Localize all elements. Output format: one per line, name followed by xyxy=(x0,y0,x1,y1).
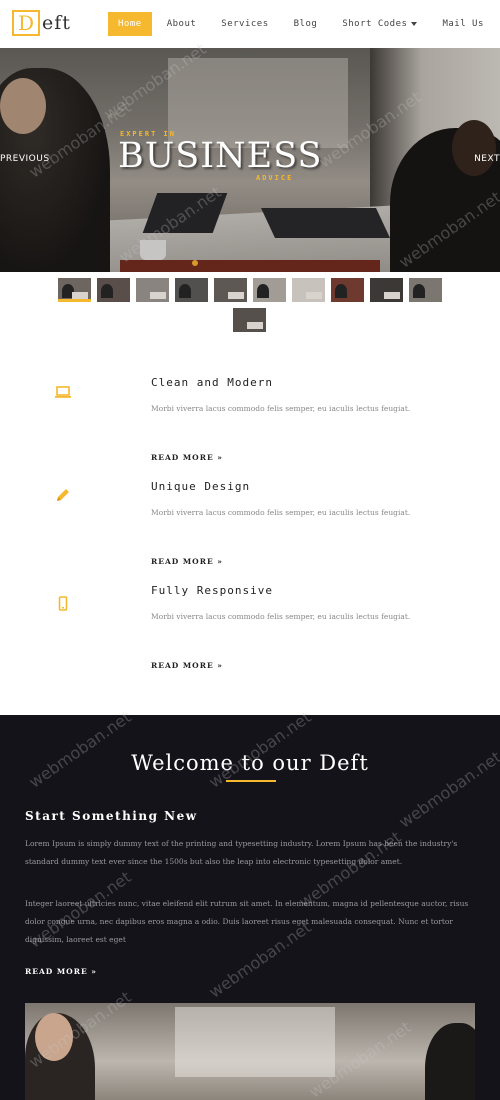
feature-description: Morbi viverra lacus commodo felis semper… xyxy=(151,508,411,517)
thumbnail-figure xyxy=(179,284,191,298)
nav-blog[interactable]: Blog xyxy=(294,12,318,36)
nav-mail-us[interactable]: Mail Us xyxy=(442,12,483,36)
feature-title: Fully Responsive xyxy=(151,584,273,597)
hero-subtitle: ADVICE xyxy=(256,174,294,182)
hero-slider: EXPERT IN BUSINESS ADVICE PREVIOUS NEXT xyxy=(0,48,500,272)
thumbnail-figure xyxy=(306,292,322,299)
slider-next-button[interactable]: NEXT xyxy=(474,154,500,164)
mobile-icon xyxy=(58,596,68,611)
pencil-icon xyxy=(57,489,69,501)
slider-thumbnail[interactable] xyxy=(253,278,286,302)
slider-thumbnail[interactable] xyxy=(331,278,364,302)
thumbnail-figure xyxy=(72,292,88,299)
slider-thumbnail[interactable] xyxy=(409,278,442,302)
features-section: Clean and Modern Morbi viverra lacus com… xyxy=(0,340,500,715)
title-underline xyxy=(226,780,276,782)
welcome-title: Welcome to our Deft xyxy=(131,751,369,775)
main-nav: Home About Services Blog Short Codes Mai… xyxy=(108,12,484,36)
welcome-photo-window xyxy=(175,1007,335,1077)
welcome-paragraph: Lorem Ipsum is simply dummy text of the … xyxy=(25,839,458,866)
thumbnail-figure xyxy=(413,284,425,298)
slider-thumbnail[interactable] xyxy=(214,278,247,302)
thumbnail-figure xyxy=(228,292,244,299)
welcome-photo-person-head xyxy=(35,1013,73,1061)
slider-thumbnail[interactable] xyxy=(370,278,403,302)
thumbnail-figure xyxy=(335,284,347,298)
laptop-icon xyxy=(55,386,71,398)
slider-thumbnail[interactable] xyxy=(97,278,130,302)
thumbnail-figure xyxy=(257,284,269,298)
thumbnail-figure xyxy=(247,322,263,329)
chevron-down-icon xyxy=(411,22,418,26)
welcome-subtitle: Start Something New xyxy=(25,809,198,823)
feature-description: Morbi viverra lacus commodo felis semper… xyxy=(151,404,411,413)
welcome-paragraph: Integer laoreet ultricies nunc, vitae el… xyxy=(25,899,469,944)
slider-thumbnail[interactable] xyxy=(292,278,325,302)
site-header: D eft Home About Services Blog Short Cod… xyxy=(0,0,500,48)
logo-initial: D xyxy=(12,10,40,36)
feature-item: Unique Design Morbi viverra lacus commod… xyxy=(0,444,500,566)
read-more-link[interactable]: READ MORE » xyxy=(25,967,97,976)
thumbnail-figure xyxy=(101,284,113,298)
slider-thumbnail[interactable] xyxy=(175,278,208,302)
nav-home[interactable]: Home xyxy=(108,12,152,36)
slider-thumbnail[interactable] xyxy=(136,278,169,302)
feature-item: Fully Responsive Morbi viverra lacus com… xyxy=(0,548,500,670)
thumbnail-figure xyxy=(150,292,166,299)
welcome-section: Welcome to our Deft Start Something New … xyxy=(0,715,500,1100)
slider-prev-button[interactable]: PREVIOUS xyxy=(0,154,50,164)
hero-title: BUSINESS xyxy=(118,136,323,176)
nav-about[interactable]: About xyxy=(167,12,197,36)
feature-item: Clean and Modern Morbi viverra lacus com… xyxy=(0,340,500,462)
slider-thumbnail[interactable] xyxy=(58,278,91,302)
welcome-photo-person xyxy=(425,1023,475,1100)
nav-short-codes-label: Short Codes xyxy=(342,19,408,29)
slider-indicator[interactable] xyxy=(192,260,198,266)
nav-short-codes[interactable]: Short Codes xyxy=(342,12,418,36)
feature-title: Clean and Modern xyxy=(151,376,273,389)
thumbnail-figure xyxy=(384,292,400,299)
feature-title: Unique Design xyxy=(151,480,251,493)
site-logo[interactable]: D eft xyxy=(12,10,71,36)
logo-text: eft xyxy=(42,12,71,34)
feature-description: Morbi viverra lacus commodo felis semper… xyxy=(151,612,411,621)
read-more-link[interactable]: READ MORE » xyxy=(151,661,223,670)
slider-thumbnail[interactable] xyxy=(233,308,266,332)
nav-services[interactable]: Services xyxy=(221,12,268,36)
welcome-image xyxy=(25,1003,475,1100)
